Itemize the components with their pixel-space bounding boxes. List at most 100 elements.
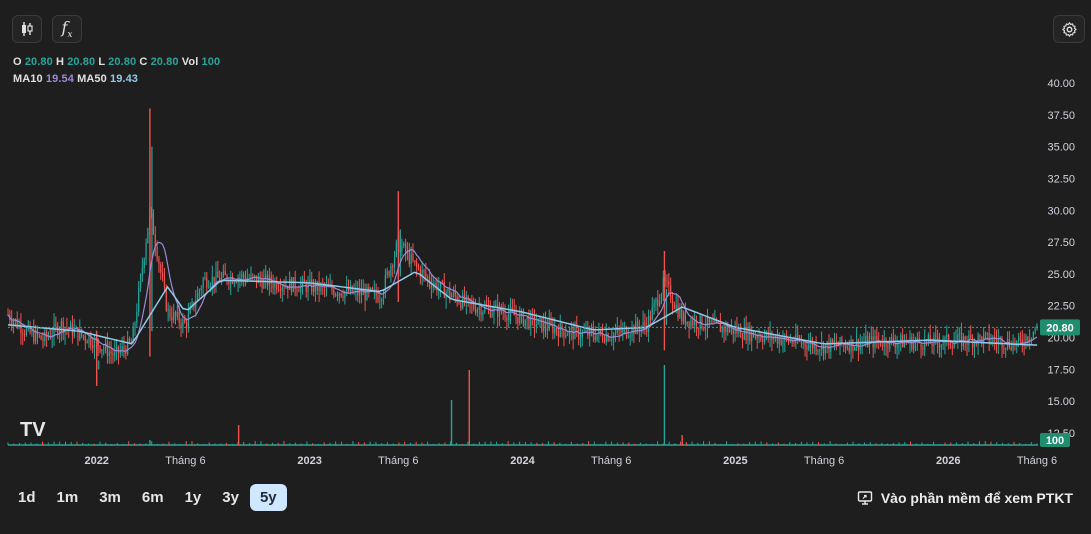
candle-body [309,279,311,283]
candle-body [349,286,351,293]
x-tick-label: Tháng 6 [1017,455,1057,467]
candle-body [366,286,368,301]
candle-body [502,312,504,314]
candle-body [187,313,189,328]
candle-body [946,334,948,338]
candle-body [857,339,860,351]
candle-body [405,243,407,253]
candle-body [401,246,403,252]
range-button-6m[interactable]: 6m [132,484,174,511]
y-tick-label: 27.50 [1047,237,1075,249]
candle-body [979,334,981,337]
range-button-3m[interactable]: 3m [89,484,131,511]
ma50-line [7,271,1038,346]
candle-body [629,335,631,337]
range-button-1d[interactable]: 1d [8,484,46,511]
candle-body [686,321,688,325]
candle-body [224,271,226,276]
candle-body [173,311,175,321]
candle-body [342,296,344,298]
range-button-3y[interactable]: 3y [212,484,249,511]
y-tick-label: 17.50 [1047,364,1075,376]
candle-body [697,327,699,329]
candle-body [668,281,670,286]
candle-body [671,300,674,306]
candle-body [292,277,294,293]
candle-body [876,335,878,341]
candle-body [338,293,340,296]
candle-body [710,320,712,323]
candle-body [655,299,657,303]
candle-body [222,271,224,277]
candle-body [456,296,458,303]
candle-body [565,335,567,337]
candle-body [647,315,650,333]
range-button-5y[interactable]: 5y [249,484,287,511]
x-tick-label: Tháng 6 [591,455,631,467]
candle-body [609,339,611,341]
candle-body [988,332,990,343]
candle-body [1005,347,1007,349]
candle-body [966,342,968,345]
range-button-1m[interactable]: 1m [47,484,89,511]
candle-body [204,277,206,280]
candle-body [412,253,414,261]
candle-body [217,271,219,278]
candle-body [84,336,86,342]
candle-body [802,342,804,344]
candle-body [106,342,109,357]
y-tick-label: 22.50 [1047,301,1075,313]
candle-body [754,336,756,338]
candle-body [136,311,138,324]
x-tick-label: 2023 [297,455,321,467]
candle-body [491,313,493,317]
candle-body [233,282,236,284]
candle-body [896,344,898,348]
candle-body [454,292,456,297]
monitor-icon [857,491,873,505]
candle-body [235,282,237,284]
candle-body [272,283,274,288]
price-chart[interactable]: 40.00 37.50 35.00 32.50 30.00 27.50 25.00 22.50… [0,0,1091,475]
candle-body [283,287,285,289]
candle-body [677,304,679,318]
candle-body [806,346,808,350]
candle-body [176,311,178,317]
candle-body [530,314,532,328]
candle-body [627,336,629,338]
candle-body [335,294,337,296]
candle-body [379,301,381,303]
candle-body [817,350,819,352]
candle-body [202,279,204,288]
candle-body [653,302,655,308]
candle-body [1003,348,1005,350]
candle-body [957,334,959,341]
candle-body [53,323,55,337]
candle-body [887,346,889,349]
candle-body [127,338,129,355]
candle-body [850,339,852,352]
open-pro-software-link[interactable]: Vào phần mềm để xem PTKT [857,490,1073,506]
candle-body [92,345,94,349]
candle-body [566,334,569,336]
candle-body [103,348,105,350]
range-selector: 1d 1m 3m 6m 1y 3y 5y [8,484,288,511]
candle-body [174,311,177,317]
candle-body [434,282,436,286]
candle-body [808,344,810,350]
candle-body [252,274,254,276]
candle-body [984,332,987,335]
candle-body [476,309,479,313]
candle-body [423,270,425,273]
candle-body [460,303,462,308]
candle-body [298,291,300,293]
candle-body [200,287,202,291]
candle-body [160,264,162,273]
candle-body [368,286,370,290]
candle-body [416,261,418,267]
candle-body [942,343,944,346]
candle-body [712,320,714,323]
candle-body [425,272,427,277]
range-button-1y[interactable]: 1y [175,484,212,511]
candle-body [38,335,40,337]
